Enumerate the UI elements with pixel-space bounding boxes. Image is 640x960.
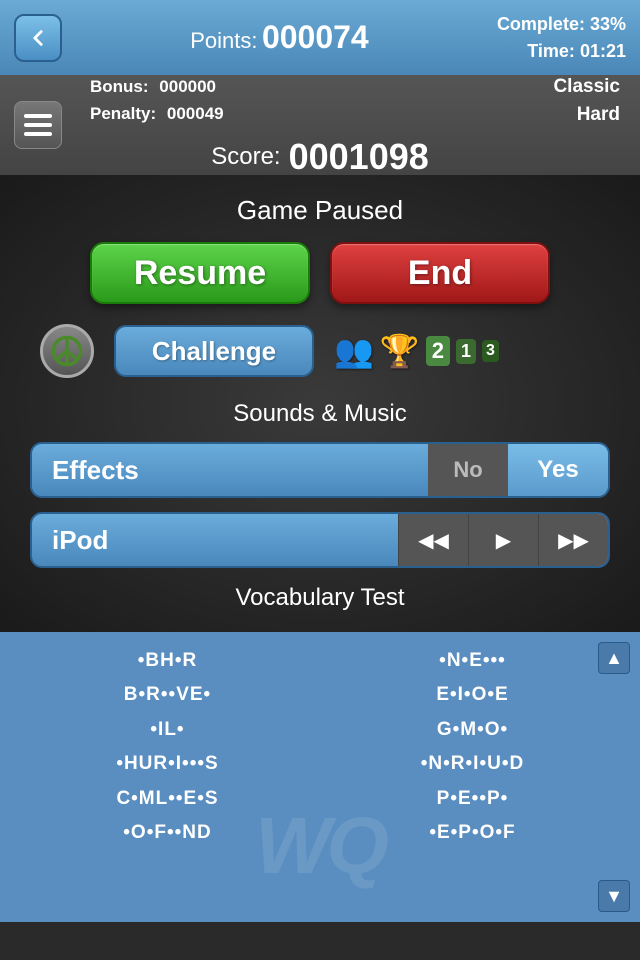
complete-label: Complete:	[497, 14, 585, 34]
list-item: •HUR•I•••S	[20, 749, 315, 779]
ipod-row: iPod ◀◀ ▶ ▶▶	[30, 512, 610, 568]
menu-line	[24, 123, 52, 127]
bonus-penalty: Bonus: 000000 Penalty: 000049	[90, 73, 224, 127]
sounds-label: Sounds & Music	[30, 400, 610, 428]
menu-button[interactable]	[14, 101, 62, 149]
complete-display: Complete: 33%	[497, 11, 626, 38]
ipod-controls: ◀◀ ▶ ▶▶	[398, 514, 608, 566]
effects-row: Effects No Yes	[30, 442, 610, 498]
menu-line	[24, 114, 52, 118]
challenge-icon	[40, 324, 94, 378]
vocab-left-col: •BH•R B•R••VE• •IL• •HUR•I•••S C•ML••E•S…	[20, 646, 315, 848]
score-badge3: 3	[482, 340, 499, 362]
challenge-button[interactable]: Challenge	[114, 325, 314, 377]
main-content: Game Paused Resume End Challenge 👥 🏆 2 1…	[0, 175, 640, 632]
effects-yes-button[interactable]: Yes	[508, 444, 608, 496]
score-badge2: 1	[456, 339, 476, 364]
list-item: •N•R•I•U•D	[325, 749, 620, 779]
penalty-row: Penalty: 000049	[90, 100, 224, 127]
ipod-label: iPod	[32, 525, 398, 556]
list-item: P•E••P•	[325, 784, 620, 814]
time-display: Time: 01:21	[497, 38, 626, 65]
play-button[interactable]: ▶	[468, 514, 538, 566]
vocab-grid: •BH•R B•R••VE• •IL• •HUR•I•••S C•ML••E•S…	[20, 646, 620, 848]
list-item: •E•P•O•F	[325, 818, 620, 848]
challenge-icons: 👥 🏆 2 1 3	[334, 332, 499, 370]
stats-row1: Bonus: 000000 Penalty: 000049 Classic Ha…	[20, 73, 620, 130]
score-row: Score: 0001098	[20, 136, 620, 178]
mode-classic: Classic	[553, 73, 620, 102]
score-badge: 2	[426, 336, 450, 366]
vocab-area: WQ •BH•R B•R••VE• •IL• •HUR•I•••S C•ML••…	[0, 632, 640, 922]
points-label: Points:	[190, 28, 257, 53]
back-button[interactable]	[14, 14, 62, 62]
resume-button[interactable]: Resume	[90, 242, 310, 304]
list-item: •O•F••ND	[20, 818, 315, 848]
effects-label: Effects	[32, 455, 428, 486]
list-item: •IL•	[20, 715, 315, 745]
people-icon: 👥	[334, 332, 374, 370]
vocab-label: Vocabulary Test	[30, 584, 610, 612]
stats-bar: Bonus: 000000 Penalty: 000049 Classic Ha…	[0, 75, 640, 175]
end-button[interactable]: End	[330, 242, 550, 304]
challenge-row: Challenge 👥 🏆 2 1 3	[30, 324, 610, 378]
list-item: B•R••VE•	[20, 680, 315, 710]
trophy-icon: 🏆	[380, 332, 420, 370]
action-buttons: Resume End	[30, 242, 610, 304]
top-bar: Points: 000074 Complete: 33% Time: 01:21	[0, 0, 640, 75]
list-item: E•I•O•E	[325, 680, 620, 710]
list-item: G•M•O•	[325, 715, 620, 745]
time-value: 01:21	[580, 41, 626, 61]
scroll-up-button[interactable]: ▲	[598, 642, 630, 674]
complete-value: 33%	[590, 14, 626, 34]
penalty-label: Penalty:	[90, 104, 156, 123]
mode-display: Classic Hard	[553, 73, 620, 130]
effects-no-button[interactable]: No	[428, 444, 508, 496]
vocab-right-col: •N•E••• E•I•O•E G•M•O• •N•R•I•U•D P•E••P…	[325, 646, 620, 848]
peace-icon	[50, 334, 84, 368]
bonus-value: 000000	[159, 77, 216, 96]
bonus-label: Bonus:	[90, 77, 149, 96]
top-right-info: Complete: 33% Time: 01:21	[497, 11, 626, 65]
rewind-button[interactable]: ◀◀	[398, 514, 468, 566]
list-item: •BH•R	[20, 646, 315, 676]
fast-forward-button[interactable]: ▶▶	[538, 514, 608, 566]
bonus-row: Bonus: 000000	[90, 73, 224, 100]
paused-label: Game Paused	[30, 195, 610, 226]
scroll-down-button[interactable]: ▼	[598, 880, 630, 912]
score-value: 0001098	[289, 136, 429, 178]
list-item: •N•E•••	[325, 646, 620, 676]
time-label: Time:	[527, 41, 575, 61]
menu-line	[24, 132, 52, 136]
effects-toggle: No Yes	[428, 444, 608, 496]
score-label: Score:	[211, 143, 280, 171]
points-display: Points: 000074	[190, 19, 369, 56]
list-item: C•ML••E•S	[20, 784, 315, 814]
penalty-value: 000049	[167, 104, 224, 123]
points-value: 000074	[262, 19, 369, 55]
mode-hard: Hard	[553, 101, 620, 130]
